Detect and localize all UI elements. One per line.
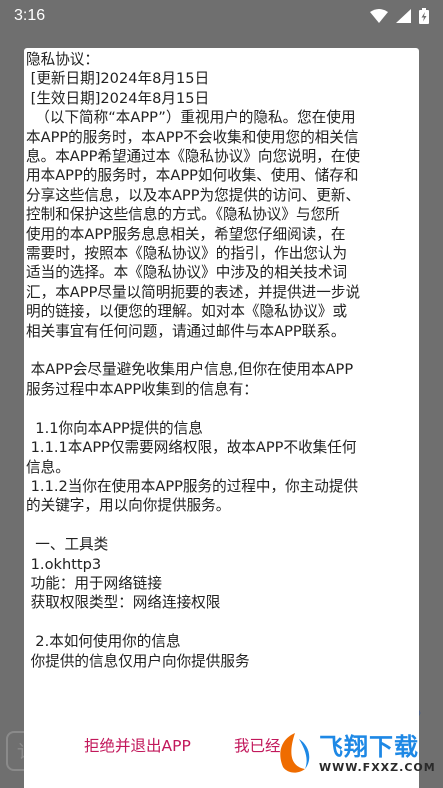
- policy-line: [生效日期]2024年8月15日: [26, 89, 210, 107]
- policy-line: [26, 341, 417, 360]
- policy-line: 本APP会尽量避免收集用户信息,但你在使用本APP: [26, 361, 354, 379]
- reject-and-exit-button[interactable]: 拒绝并退出APP: [84, 734, 191, 756]
- policy-line: [26, 516, 417, 535]
- policy-line: 控制和保护这些信息的方式。《隐私协议》与您所: [26, 206, 340, 224]
- agree-button[interactable]: 我已经: [234, 734, 281, 756]
- policy-line: 明的链接，以便您的理解。如对本《隐私协议》或: [26, 303, 348, 321]
- policy-line: 信息。: [26, 458, 70, 476]
- policy-line: 分享这些信息，以及本APP为您提供的访问、更新、: [26, 186, 361, 204]
- policy-line: 本APP的服务时，本APP不会收集和使用您的相关信: [26, 128, 359, 146]
- policy-line: 你提供的信息仅用户向你提供服务: [26, 652, 250, 670]
- policy-line: 使用的本APP服务息息相关，希望您仔细阅读，在: [26, 225, 346, 243]
- watermark-logo: 飞翔下载 WWW.FXXZ.COM: [275, 718, 443, 788]
- policy-line: 服务过程中本APP收集到的信息有：: [26, 380, 258, 398]
- policy-line: [更新日期]2024年8月15日: [26, 70, 210, 88]
- policy-line: （以下简称“本APP”）重视用户的隐私。您在使用: [26, 109, 356, 127]
- policy-line: 一、工具类: [26, 536, 109, 554]
- policy-line: 2.本如何使用你的信息: [26, 633, 181, 651]
- policy-line: 相关事宜有任何问题，请通过邮件与本APP联系。: [26, 322, 346, 340]
- policy-line: 隐私协议：: [26, 51, 99, 68]
- policy-line: 适当的选择。本《隐私协议》中涉及的相关技术词: [26, 264, 348, 282]
- policy-line: 的关键字，用以向你提供服务。: [26, 497, 231, 515]
- status-time: 3:16: [14, 7, 46, 24]
- policy-line: 1.1你向本APP提供的信息: [26, 419, 203, 437]
- battery-charging-icon: [419, 8, 429, 24]
- policy-line: 息。本APP希望通过本《隐私协议》向您说明，在使: [26, 148, 361, 166]
- policy-line: 功能：用于网络链接: [26, 574, 162, 592]
- wifi-icon: [370, 9, 388, 23]
- watermark-brand: 飞翔下载: [319, 732, 419, 761]
- policy-line: 用本APP的服务时，本APP如何收集、使用、储存和: [26, 167, 359, 185]
- status-bar: 3:16: [0, 0, 443, 32]
- privacy-policy-text[interactable]: 隐私协议： [更新日期]2024年8月15日 [生效日期]2024年8月15日 …: [24, 48, 419, 720]
- status-icons: [370, 8, 429, 24]
- policy-line: 需要时，按照本《隐私协议》的指引，作出您认为: [26, 245, 348, 263]
- signal-icon: [396, 9, 411, 23]
- policy-line: [26, 399, 417, 418]
- policy-line: 1.okhttp3: [26, 555, 102, 573]
- policy-line: 获取权限类型：网络连接权限: [26, 594, 221, 612]
- policy-line: [26, 613, 417, 632]
- watermark-url: WWW.FXXZ.COM: [319, 760, 436, 774]
- policy-line: 1.1.2当你在使用本APP服务的过程中，你主动提供: [26, 477, 359, 495]
- watermark-wing-icon: [275, 731, 315, 775]
- privacy-dialog: 隐私协议： [更新日期]2024年8月15日 [生效日期]2024年8月15日 …: [24, 48, 419, 788]
- policy-line: 1.1.1本APP仅需要网络权限，故本APP不收集任何: [26, 439, 357, 457]
- policy-line: 汇，本APP尽量以简明扼要的表述，并提供进一步说: [26, 283, 361, 301]
